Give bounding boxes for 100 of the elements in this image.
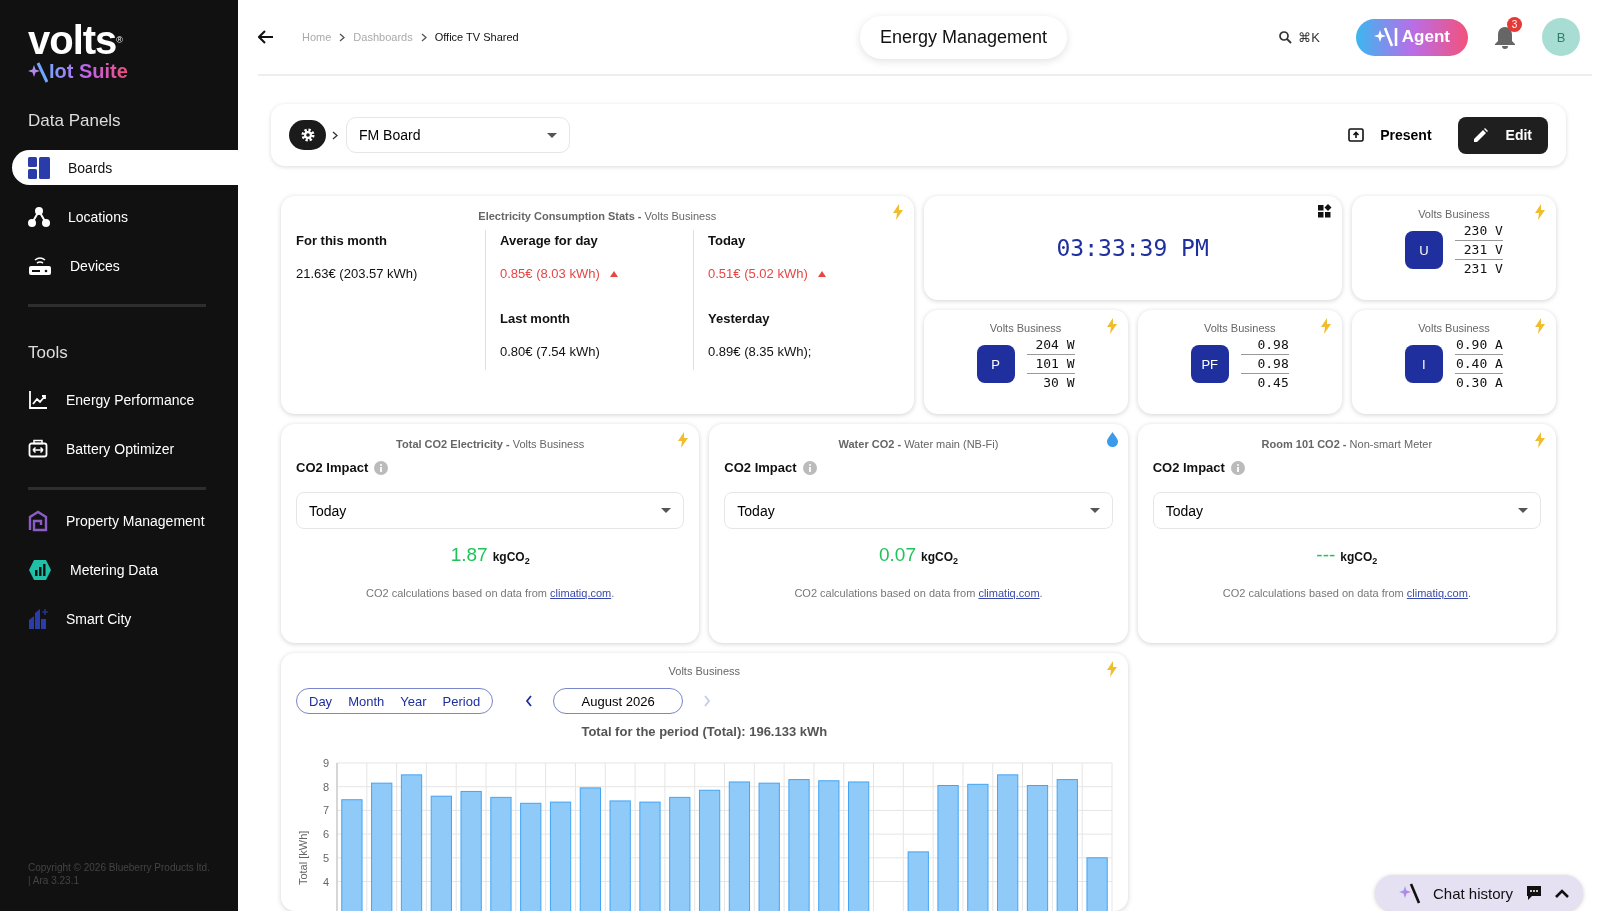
meter-reading: 30 W [1026,373,1075,392]
network-nodes-icon [28,205,50,228]
date-range-button[interactable]: August 2026 [553,688,684,714]
chevron-right-icon [420,32,427,42]
sidebar-item[interactable]: Battery Optimizer [28,431,185,466]
sidebar-item[interactable]: Energy Performance [28,382,205,417]
period-tab[interactable]: Year [392,689,435,713]
trend-up-icon [609,270,618,277]
sidebar-item[interactable]: Property Management [28,503,215,538]
meter-reading: 231 V [1454,240,1503,259]
meter-reading: 0.45 [1240,373,1289,392]
section-heading: CO2 Impact [1152,460,1225,475]
dropdown-caret-icon [547,132,557,138]
axis-tick-label: 6 [322,828,329,841]
sidebar-item[interactable]: Locations [28,199,138,234]
card-title: Water CO2 - Water main (NB-Fi) [837,438,1000,450]
axis-tick-label: 5 [322,851,329,864]
source-note: CO2 calculations based on data from climatiq.com. [1221,587,1472,600]
lightning-icon [1534,318,1546,334]
co2-value: 0.07 [879,544,916,566]
period-dropdown[interactable]: Today [296,492,685,529]
chevron-left-icon [525,695,534,707]
co2-unit: kgCO$_{2}$ [920,550,958,567]
axis-tick-label: 4 [322,875,329,888]
phase-symbol: PF [1190,345,1229,383]
phase-symbol: I [1404,345,1443,383]
info-icon [802,460,817,475]
lightning-icon [1534,432,1546,448]
info-icon [374,460,389,475]
boards-icon [28,156,50,179]
sidebar-item[interactable]: Smart City [28,601,142,636]
widgets-icon [1317,204,1332,218]
logo-wordmark: volts$^{®}$ [28,20,122,60]
meter-reading: 230 V [1462,222,1503,240]
lightning-icon [1105,661,1118,677]
chevron-right-icon [339,32,346,42]
sidebar-item[interactable]: Boards [12,150,238,185]
caret-up-icon [1555,888,1569,898]
chat-history-button[interactable]: Chat history [1374,875,1583,911]
meter-source: Volts Business [1418,322,1490,334]
period-tab[interactable]: Day [301,689,341,713]
sparkle-slash-icon [28,60,48,83]
co2-unit: kgCO$_{2}$ [492,550,530,567]
settings-button[interactable] [289,120,326,150]
meter-bars-icon [28,558,52,581]
info-icon [1230,460,1245,475]
meter-reading: 101 W [1026,354,1075,373]
notification-badge: 3 [1507,17,1522,32]
stat-value: 0.85€ (8.03 kWh) [500,266,600,281]
axis-tick-label: 8 [322,780,329,793]
lightning-icon [677,432,690,448]
board-dropdown[interactable]: FM Board [346,117,570,153]
meter-reading: 0.90 A [1454,336,1503,354]
section-heading: Data Panels [27,111,122,131]
co2-unit: kgCO$_{2}$ [1340,550,1378,567]
co2-value: 1.87 [450,544,488,566]
chevron-right-icon [703,695,712,707]
meter-source: Volts Business [989,322,1062,334]
stat-label: Last month [500,311,571,326]
stat-value: 0.89€ (8.35 kWh); [708,344,812,359]
trend-up-icon [817,270,826,277]
lightning-icon [1534,204,1546,220]
stat-value: 21.63€ (203.57 kWh) [296,266,418,281]
meter-reading: 231 V [1454,259,1503,278]
search-icon [1279,30,1293,44]
period-dropdown[interactable]: Today [724,492,1113,529]
period-dropdown[interactable]: Today [1152,492,1541,529]
meter-source: Volts Business [1203,322,1276,334]
stat-label: Yesterday [708,311,770,326]
source-note: CO2 calculations based on data from climatiq.com. [365,587,616,600]
card-title: Total CO2 Electricity - Volts Business [395,438,586,450]
meter-reading: 0.98 [1256,336,1289,354]
card-title: Electricity Consumption Stats - Volts Business [477,210,718,222]
section-heading: CO2 Impact [724,460,797,475]
sidebar-item[interactable]: Devices [28,248,130,283]
house-outline-icon [28,509,48,532]
stat-label: Average for day [500,233,598,248]
climatiq-link[interactable]: climatiq.com [1406,587,1468,600]
sidebar-item[interactable]: Metering Data [28,552,168,587]
water-drop-icon [1106,432,1118,447]
dropdown-caret-icon [661,508,672,513]
present-button[interactable]: Present [1334,127,1446,143]
meter-reading: 0.30 A [1454,373,1503,392]
section-heading: Tools [27,343,69,363]
sparkle-slash-icon [1373,26,1398,48]
period-tab[interactable]: Period [434,689,489,713]
climatiq-link[interactable]: climatiq.com [978,587,1040,600]
battery-icon [28,438,48,459]
back-arrow-icon[interactable] [258,30,274,44]
lightning-icon [891,204,904,220]
stat-label: For this month [296,233,387,248]
stat-value: 0.80€ (7.54 kWh) [500,344,600,359]
pencil-icon [1473,128,1488,142]
source-note: CO2 calculations based on data from climatiq.com. [793,587,1044,600]
edit-button[interactable]: Edit [1457,116,1548,154]
clock-time: 03:33:39 PM [1056,235,1209,261]
meter-reading: 204 W [1034,336,1075,354]
period-tab[interactable]: Month [340,689,393,713]
search-button[interactable]: ⌘K [1273,28,1326,46]
meter-reading: 0.40 A [1454,354,1503,373]
